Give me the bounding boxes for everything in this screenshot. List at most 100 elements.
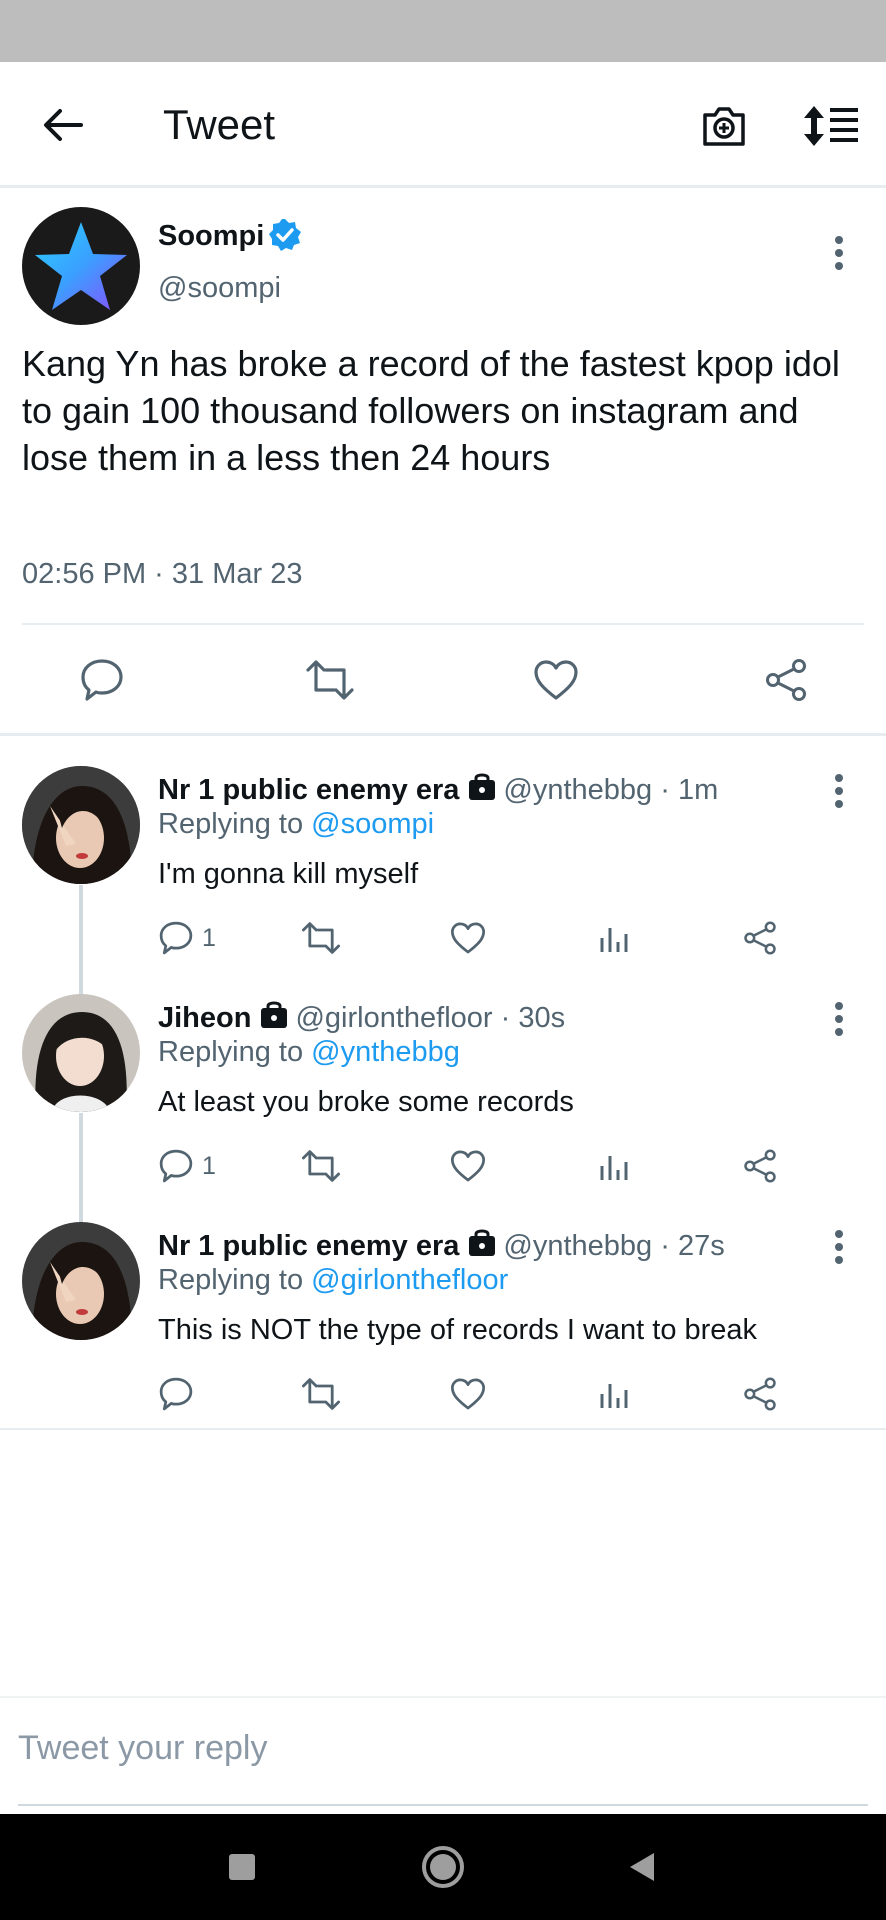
comment-icon [159, 1377, 193, 1411]
more-vertical-icon [835, 1230, 843, 1264]
profile-photo-icon [22, 766, 140, 884]
retweet-button[interactable] [300, 1144, 342, 1188]
reply-author-name[interactable]: Jiheon [158, 1002, 251, 1034]
divider [0, 1428, 886, 1430]
author-name[interactable]: Soompi [158, 220, 264, 253]
input-underline [18, 1804, 868, 1806]
share-button[interactable] [742, 1144, 778, 1188]
sort-list-icon [804, 106, 858, 146]
analytics-button[interactable] [598, 1372, 630, 1416]
like-button[interactable] [450, 916, 486, 960]
retweet-button[interactable] [300, 650, 360, 710]
heart-icon [450, 1150, 486, 1182]
retweet-button[interactable] [300, 1372, 342, 1416]
reply-header: Nr 1 public enemy era @ynthebbg · 27s [158, 1228, 725, 1263]
mention-link[interactable]: @ynthebbg [311, 1036, 460, 1068]
analytics-button[interactable] [598, 916, 630, 960]
avatar[interactable] [22, 994, 140, 1112]
reply-compose-bar [0, 1696, 886, 1814]
replying-to-label: Replying to [158, 1036, 312, 1068]
share-button[interactable] [742, 1372, 778, 1416]
reply-input[interactable] [18, 1718, 868, 1778]
tweet-timestamp[interactable]: 02:56 PM · 31 Mar 23 [22, 558, 302, 591]
share-icon [744, 921, 776, 955]
more-options-button[interactable] [822, 228, 856, 278]
reply-handle-time[interactable]: @ynthebbg · 27s [503, 1230, 724, 1262]
verified-badge-icon [269, 219, 301, 251]
retweet-icon [302, 922, 340, 954]
reply-text: This is NOT the type of records I want t… [158, 1314, 758, 1346]
mention-link[interactable]: @girlonthefloor [311, 1264, 508, 1296]
reply-button[interactable]: 1 [158, 916, 216, 960]
reply-count: 1 [202, 1151, 216, 1180]
avatar[interactable] [22, 1222, 140, 1340]
system-navigation-bar [0, 1814, 886, 1920]
like-button[interactable] [450, 1372, 486, 1416]
heart-icon [450, 922, 486, 954]
like-button[interactable] [526, 650, 586, 710]
reply-count: 1 [202, 923, 216, 952]
divider [22, 623, 864, 625]
more-options-button[interactable] [822, 994, 856, 1044]
share-icon [766, 659, 806, 701]
main-tweet: Soompi @soompi Kang Yn has broke a recor… [0, 190, 886, 736]
more-options-button[interactable] [822, 1222, 856, 1272]
analytics-icon [600, 1384, 628, 1408]
more-options-button[interactable] [822, 766, 856, 816]
square-icon [229, 1854, 255, 1880]
profile-photo-icon [22, 994, 140, 1112]
camera-plus-icon [703, 107, 745, 146]
recents-button[interactable] [212, 1842, 272, 1892]
retweet-icon [302, 1378, 340, 1410]
heart-icon [534, 660, 578, 700]
reply-text: At least you broke some records [158, 1086, 574, 1118]
sort-button[interactable] [800, 98, 864, 154]
like-button[interactable] [450, 1144, 486, 1188]
retweet-icon [302, 1150, 340, 1182]
status-bar [0, 0, 886, 62]
replying-to: Replying to @girlonthefloor [158, 1264, 508, 1297]
reply-handle-time[interactable]: @girlonthefloor · 30s [295, 1002, 565, 1034]
reply-author-name[interactable]: Nr 1 public enemy era [158, 774, 459, 806]
lock-icon [469, 1229, 496, 1256]
more-vertical-icon [835, 774, 843, 808]
reply-text: I'm gonna kill myself [158, 858, 419, 890]
comment-icon [81, 659, 123, 701]
analytics-icon [600, 1156, 628, 1180]
author-handle[interactable]: @soompi [158, 272, 281, 305]
reply-header: Nr 1 public enemy era @ynthebbg · 1m [158, 772, 718, 807]
heart-icon [450, 1378, 486, 1410]
lock-icon [469, 773, 496, 800]
comment-icon [159, 1149, 193, 1183]
avatar[interactable] [22, 207, 140, 325]
reply-tweet[interactable]: Jiheon @girlonthefloor · 30s Replying to … [0, 966, 886, 1194]
camera-button[interactable] [696, 98, 752, 154]
share-icon [744, 1149, 776, 1183]
reply-header: Jiheon @girlonthefloor · 30s [158, 1000, 565, 1035]
replying-to: Replying to @soompi [158, 808, 434, 841]
share-icon [744, 1377, 776, 1411]
mention-link[interactable]: @soompi [311, 808, 434, 840]
comment-icon [159, 921, 193, 955]
replying-to-label: Replying to [158, 808, 312, 840]
circle-home-icon [422, 1846, 464, 1888]
back-button[interactable] [38, 100, 88, 150]
reply-tweet[interactable]: Nr 1 public enemy era @ynthebbg · 1m Repl… [0, 738, 886, 966]
arrow-left-icon [44, 109, 83, 141]
retweet-button[interactable] [300, 916, 342, 960]
share-button[interactable] [742, 916, 778, 960]
reply-button[interactable] [72, 650, 132, 710]
avatar[interactable] [22, 766, 140, 884]
reply-handle-time[interactable]: @ynthebbg · 1m [503, 774, 718, 806]
share-button[interactable] [756, 650, 816, 710]
triangle-back-icon [630, 1853, 654, 1881]
reply-button[interactable]: 1 [158, 1144, 216, 1188]
reply-tweet[interactable]: Nr 1 public enemy era @ynthebbg · 27s Rep… [0, 1194, 886, 1428]
reply-author-name[interactable]: Nr 1 public enemy era [158, 1230, 459, 1262]
analytics-icon [600, 928, 628, 952]
analytics-button[interactable] [598, 1144, 630, 1188]
back-nav-button[interactable] [612, 1842, 672, 1892]
top-app-bar: Tweet [0, 62, 886, 188]
home-button[interactable] [413, 1842, 473, 1892]
reply-button[interactable] [158, 1372, 202, 1416]
